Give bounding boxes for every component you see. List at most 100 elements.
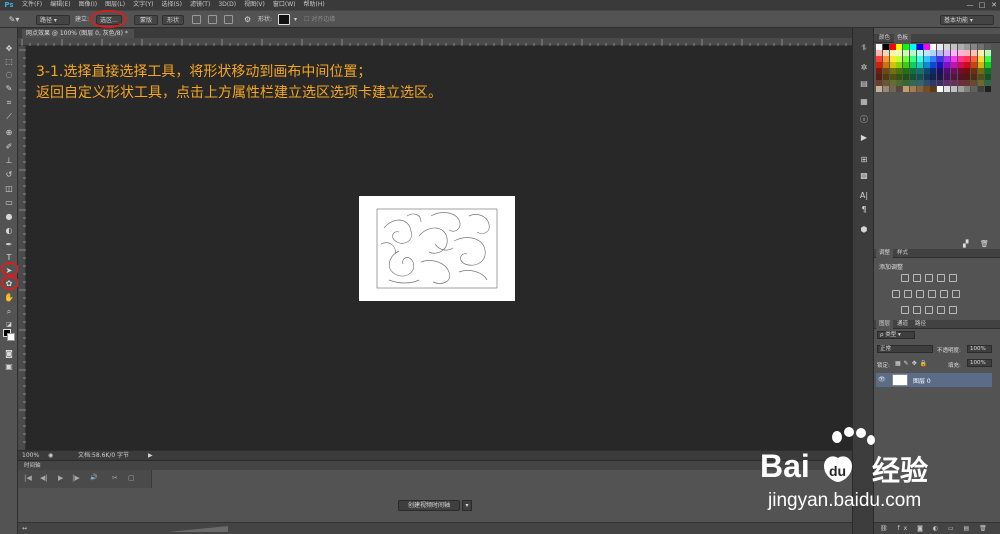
tool-presets-icon[interactable]: ⊞ xyxy=(857,154,871,166)
menu-item[interactable]: 视图(V) xyxy=(240,0,269,10)
menu-item[interactable]: 滤镜(T) xyxy=(186,0,214,10)
brush-settings-icon[interactable]: ✲ xyxy=(857,62,871,74)
layer-name[interactable]: 图层 0 xyxy=(913,376,931,385)
photo-filter-icon[interactable] xyxy=(928,290,936,298)
eyedropper-tool-icon[interactable]: ⟋ xyxy=(3,112,15,122)
play-icon[interactable]: ▶ xyxy=(58,474,63,482)
selective-color-icon[interactable] xyxy=(949,306,957,314)
workspace-dropdown[interactable]: 基本功能 ▾ xyxy=(940,15,994,25)
transition-icon[interactable]: ▢ xyxy=(128,474,135,482)
gradient-map-icon[interactable] xyxy=(937,306,945,314)
exposure-icon[interactable] xyxy=(937,274,945,282)
color-balance-icon[interactable] xyxy=(904,290,912,298)
healing-brush-tool-icon[interactable]: ⊕ xyxy=(3,128,15,138)
3d-icon[interactable]: ⬢ xyxy=(857,224,871,236)
split-icon[interactable]: ✂ xyxy=(112,474,118,482)
curves-icon[interactable] xyxy=(925,274,933,282)
fill-input[interactable]: 100% xyxy=(967,359,992,367)
layer-action-icons[interactable]: ⛓ fx ◙ ◐ ▭ ▤ 🗑 xyxy=(880,525,991,532)
color-swatch[interactable] xyxy=(876,86,882,92)
minimize-button[interactable]: — xyxy=(964,0,976,10)
tab-adjustments[interactable]: 调整 xyxy=(876,249,894,258)
menu-item[interactable]: 编辑(E) xyxy=(46,0,74,10)
new-swatch-icon[interactable]: ▞ xyxy=(963,240,968,248)
posterize-icon[interactable] xyxy=(913,306,921,314)
menu-item[interactable]: 文字(Y) xyxy=(129,0,157,10)
background-color-swatch[interactable] xyxy=(7,333,15,341)
screen-mode-icon[interactable]: ▣ xyxy=(3,362,15,372)
black-white-icon[interactable] xyxy=(916,290,924,298)
path-operations-icon[interactable] xyxy=(192,15,201,24)
align-edges-checkbox[interactable]: ☐ 对齐边缘 xyxy=(304,15,335,25)
levels-icon[interactable] xyxy=(913,274,921,282)
actions-icon[interactable]: ▶ xyxy=(857,132,871,144)
pen-tool-icon[interactable]: ✒ xyxy=(3,240,15,250)
color-swatch[interactable] xyxy=(971,86,978,92)
next-frame-icon[interactable]: |▶ xyxy=(72,474,80,482)
make-shape-button[interactable]: 形状 xyxy=(162,15,184,25)
delete-swatch-icon[interactable]: 🗑 xyxy=(980,240,989,248)
layer-comps-icon[interactable]: ▩ xyxy=(857,170,871,182)
menu-item[interactable]: 图像(I) xyxy=(75,0,101,10)
previous-frame-icon[interactable]: ◀| xyxy=(40,474,48,482)
marquee-tool-icon[interactable]: ⬚ xyxy=(3,57,15,67)
color-swatch[interactable] xyxy=(937,86,944,92)
clone-source-icon[interactable]: ▤ xyxy=(857,78,871,90)
hand-tool-icon[interactable]: ✋ xyxy=(3,293,15,303)
threshold-icon[interactable] xyxy=(925,306,933,314)
info-icon[interactable]: ⓘ xyxy=(857,114,871,126)
color-swatch[interactable] xyxy=(916,86,923,92)
lock-icons[interactable]: ▦✎✥🔒 xyxy=(895,360,930,367)
document-tab[interactable]: 网点效果 @ 100% (图层 0, 灰色/8) * xyxy=(22,29,134,38)
move-tool-icon[interactable]: ✥ xyxy=(3,44,15,54)
blur-tool-icon[interactable]: ● xyxy=(3,212,15,222)
path-arrangement-icon[interactable] xyxy=(224,15,233,24)
quick-mask-icon[interactable]: ◙ xyxy=(3,349,15,359)
invert-icon[interactable] xyxy=(901,306,909,314)
tab-styles[interactable]: 样式 xyxy=(894,249,911,258)
color-swatch[interactable] xyxy=(889,86,896,92)
shape-picker-icon[interactable] xyxy=(278,14,290,25)
brush-tool-icon[interactable]: ✐ xyxy=(3,142,15,152)
menu-item[interactable]: 帮助(H) xyxy=(300,0,329,10)
color-swatch[interactable] xyxy=(957,86,964,92)
blend-mode-dropdown[interactable]: 正常 xyxy=(877,345,933,353)
color-swatch[interactable] xyxy=(910,86,916,92)
color-swatch[interactable] xyxy=(903,86,910,92)
crop-tool-icon[interactable]: ⌗ xyxy=(3,98,15,108)
color-swatch[interactable] xyxy=(896,86,903,92)
color-swatch[interactable] xyxy=(882,86,889,92)
tab-layers[interactable]: 图层 xyxy=(876,320,894,329)
channel-mixer-icon[interactable] xyxy=(940,290,948,298)
character-icon[interactable]: A| xyxy=(857,190,871,202)
brightness-icon[interactable] xyxy=(901,274,909,282)
color-swatch[interactable] xyxy=(930,86,937,92)
properties-icon[interactable]: ▦ xyxy=(857,96,871,108)
maximize-button[interactable]: □ xyxy=(976,0,988,10)
close-button[interactable]: ✕ xyxy=(988,0,1000,10)
document-canvas[interactable] xyxy=(359,196,515,301)
opacity-input[interactable]: 100% xyxy=(967,345,992,353)
mode-dropdown[interactable]: 路径 ▾ xyxy=(36,15,70,25)
layer-kind-filter[interactable]: ρ 类型 ▾ xyxy=(877,331,915,339)
paragraph-icon[interactable]: ¶ xyxy=(857,204,871,216)
color-swatch[interactable] xyxy=(950,86,957,92)
shape-picker-arrow-icon[interactable]: ▾ xyxy=(294,15,297,25)
menu-item[interactable]: 图层(L) xyxy=(101,0,129,10)
layer-thumbnail[interactable] xyxy=(892,374,908,386)
menu-item[interactable]: 3D(D) xyxy=(214,0,240,10)
hue-saturation-icon[interactable] xyxy=(892,290,900,298)
gradient-tool-icon[interactable]: ▭ xyxy=(3,198,15,208)
color-lookup-icon[interactable] xyxy=(952,290,960,298)
dodge-tool-icon[interactable]: ◐ xyxy=(3,226,15,236)
convert-frames-icon[interactable]: ↔ xyxy=(22,524,27,534)
menu-item[interactable]: 文件(F) xyxy=(18,0,46,10)
timeline-mode-dropdown-icon[interactable]: ▾ xyxy=(462,500,472,511)
create-video-timeline-button[interactable]: 创建视频时间轴 xyxy=(398,500,460,511)
menu-item[interactable]: 选择(S) xyxy=(157,0,186,10)
menu-item[interactable]: 窗口(W) xyxy=(269,0,300,10)
quick-select-tool-icon[interactable]: ✎ xyxy=(3,84,15,94)
audio-icon[interactable]: 🔊 xyxy=(90,474,97,481)
eraser-tool-icon[interactable]: ◫ xyxy=(3,184,15,194)
gear-icon[interactable]: ⚙ xyxy=(244,15,251,25)
